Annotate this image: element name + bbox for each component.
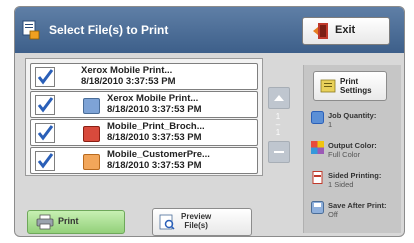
checkmark-icon [37,153,54,169]
print-settings-line1: Print [340,77,359,86]
exit-door-icon [313,23,328,39]
print-button[interactable]: Print [27,210,125,234]
file-name: Xerox Mobile Print... [107,93,199,104]
file-name: Mobile_Print_Broch... [107,121,205,132]
pdf-icon [83,126,100,142]
preview-line1: Preview [181,212,212,221]
option-name: Job Quantity: [328,111,377,120]
preview-label: Preview File(s) [181,212,211,230]
checkbox[interactable] [35,123,55,143]
file-date: 8/18/2010 3:37:53 PM [81,76,176,87]
file-row[interactable]: Xerox Mobile Print... 8/18/2010 3:37:53 … [30,91,258,118]
printer-icon [36,214,54,230]
file-name: Mobile_CustomerPre... [107,149,210,160]
quantity-icon [311,111,324,124]
option-value: 1 Sided [328,180,354,189]
page-title: Select File(s) to Print [49,23,169,37]
print-label: Print [58,216,79,226]
exit-button[interactable]: Exit [302,17,390,45]
print-settings-button[interactable]: Print Settings [313,71,387,101]
folder-print-icon [22,20,40,40]
option-value: Off [328,210,338,219]
file-name: Xerox Mobile Print... [81,65,173,76]
scroll-down-button[interactable] [268,141,290,163]
file-date: 8/18/2010 3:37:53 PM [107,104,202,115]
exit-label: Exit [335,24,356,36]
print-settings-line2: Settings [340,86,372,95]
settings-icon [320,79,336,93]
file-list: Xerox Mobile Print... 8/18/2010 3:37:53 … [25,58,263,176]
option-value: Full Color [328,150,361,159]
file-row[interactable]: Mobile_CustomerPre... 8/18/2010 3:37:53 … [30,147,258,174]
checkmark-icon [37,125,54,141]
preview-line2: File(s) [184,221,208,230]
checkbox[interactable] [35,67,55,87]
checkbox[interactable] [35,151,55,171]
page-indicator: 1 – 1 [273,113,283,137]
option-name: Save After Print: [328,201,387,210]
settings-panel: Print Settings Job Quantity: 1 Output Co… [303,65,401,233]
file-date: 8/18/2010 3:37:53 PM [107,132,202,143]
save-icon [311,201,324,214]
file-row[interactable]: Xerox Mobile Print... 8/18/2010 3:37:53 … [30,63,258,90]
sided-printing-icon [312,171,323,184]
checkmark-icon [37,97,54,113]
file-date: 8/18/2010 3:37:53 PM [107,160,202,171]
screen: Select File(s) to Print Exit Xerox Mobil… [14,6,405,237]
page-total: 1 [275,128,281,137]
option-name: Sided Printing: [328,171,382,180]
print-settings-label: Print Settings [340,77,372,95]
preview-files-button[interactable]: Preview File(s) [152,208,252,236]
checkmark-icon [37,69,54,85]
header-bar: Select File(s) to Print Exit [15,7,404,53]
preview-icon [159,214,175,230]
minus-icon [274,151,284,153]
document-icon [83,98,100,114]
ppt-icon [83,154,100,170]
option-name: Output Color: [328,141,377,150]
file-row[interactable]: Mobile_Print_Broch... 8/18/2010 3:37:53 … [30,119,258,146]
scroll-up-button[interactable] [268,87,290,109]
checkbox[interactable] [35,95,55,115]
option-value: 1 [328,120,333,129]
color-icon [311,141,324,154]
arrow-up-icon [274,95,284,101]
